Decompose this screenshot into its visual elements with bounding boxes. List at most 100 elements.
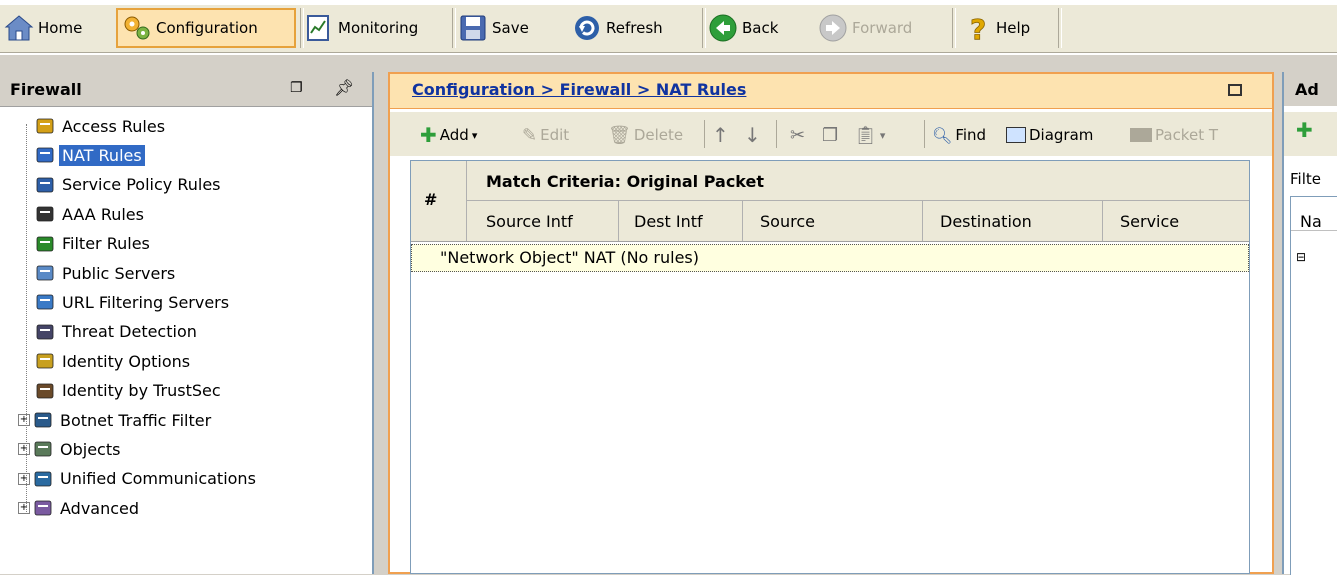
help-label: Help xyxy=(996,19,1031,37)
tree-item-label: Identity Options xyxy=(62,351,191,371)
edit-button[interactable]: ✎ Edit xyxy=(522,122,569,148)
header-divider xyxy=(618,201,619,241)
save-button[interactable]: Save xyxy=(458,8,562,48)
home-button[interactable]: Home xyxy=(4,8,110,48)
dropdown-arrow-icon: ▾ xyxy=(471,128,478,142)
maximize-panel-button[interactable] xyxy=(1228,84,1242,96)
packet-tracer-button[interactable]: Packet T xyxy=(1130,122,1218,148)
find-label: Find xyxy=(955,126,987,144)
tree-item-identity-by-trustsec[interactable]: Identity by TrustSec xyxy=(34,377,224,405)
group-row-label: "Network Object" NAT (No rules) xyxy=(440,248,700,267)
tree-item-label: Threat Detection xyxy=(62,322,197,342)
tree-item-label: Service Policy Rules xyxy=(62,175,221,195)
up-arrow-icon: ↑ xyxy=(712,123,729,147)
rule-number-header[interactable]: # xyxy=(424,190,437,209)
tree-item-objects[interactable]: + Objects xyxy=(18,435,123,463)
nat-rules-icon xyxy=(34,144,56,166)
move-down-button[interactable]: ↓ xyxy=(744,122,761,148)
home-label: Home xyxy=(38,19,83,37)
tree-item-unified-communications[interactable]: + Unified Communications xyxy=(18,465,259,493)
tree-item-advanced[interactable]: + Advanced xyxy=(18,494,142,522)
tree-item-label: Identity by TrustSec xyxy=(62,381,221,401)
search-icon: 🔍︎ xyxy=(932,125,953,145)
tree-item-nat-rules[interactable]: NAT Rules xyxy=(34,141,145,169)
diagram-label: Diagram xyxy=(1029,126,1094,144)
find-button[interactable]: 🔍︎ Find xyxy=(932,122,986,148)
refresh-label: Refresh xyxy=(606,19,663,37)
tree-item-label: AAA Rules xyxy=(62,204,144,224)
tree-item-access-rules[interactable]: Access Rules xyxy=(34,112,168,140)
dropdown-arrow-icon: ▾ xyxy=(879,128,886,142)
tree-item-threat-detection[interactable]: Threat Detection xyxy=(34,318,200,346)
monitoring-label: Monitoring xyxy=(338,19,419,37)
expand-icon[interactable]: + xyxy=(18,414,30,426)
column-header-source-intf[interactable]: Source Intf xyxy=(486,212,573,231)
expand-icon[interactable]: + xyxy=(18,472,30,485)
scissors-icon: ✂ xyxy=(790,124,806,146)
toolbar-bottom-edge xyxy=(0,52,1337,55)
tree-item-url-filtering-servers[interactable]: URL Filtering Servers xyxy=(34,288,232,316)
column-header-dest-intf[interactable]: Dest Intf xyxy=(634,212,703,231)
tree-item-label: Advanced xyxy=(60,498,140,518)
advanced-icon xyxy=(32,497,54,519)
uc-icon xyxy=(32,468,54,490)
magnifier-icon xyxy=(34,174,56,196)
objects-icon xyxy=(32,438,54,460)
refresh-button[interactable]: Refresh xyxy=(572,8,690,48)
header-divider xyxy=(1102,201,1103,241)
toolbar-separator xyxy=(776,120,777,148)
pin-panel-icon[interactable]: 📌︎ xyxy=(334,78,354,97)
tree-item-filter-rules[interactable]: Filter Rules xyxy=(34,230,153,258)
move-up-button[interactable]: ↑ xyxy=(712,122,729,148)
tree-item-label: Objects xyxy=(60,439,121,459)
column-header-destination[interactable]: Destination xyxy=(940,212,1032,231)
tree-item-public-servers[interactable]: Public Servers xyxy=(34,259,178,287)
collapse-icon[interactable]: ⊟ xyxy=(1296,250,1306,264)
add-address-button[interactable]: ✚ xyxy=(1296,118,1313,142)
toolbar-separator xyxy=(452,8,456,48)
delete-button[interactable]: 🗑︎ Delete xyxy=(608,122,683,148)
expand-icon[interactable]: + xyxy=(18,502,30,515)
column-header-service[interactable]: Service xyxy=(1120,212,1179,231)
plus-icon: ✚ xyxy=(420,123,437,147)
copy-button[interactable]: ❐ xyxy=(822,122,838,148)
packet-tracer-label: Packet T xyxy=(1155,126,1219,144)
toolbar-separator xyxy=(704,120,705,148)
paste-button[interactable]: 📋︎ ▾ xyxy=(854,122,885,148)
threat-icon xyxy=(34,321,56,343)
configuration-label: Configuration xyxy=(156,19,258,37)
tree-item-aaa-rules[interactable]: AAA Rules xyxy=(34,200,147,228)
save-label: Save xyxy=(492,19,529,37)
monitoring-button[interactable]: Monitoring xyxy=(304,8,448,48)
tree-item-label: URL Filtering Servers xyxy=(62,292,230,312)
trustsec-icon xyxy=(34,380,56,402)
tree-item-label: Filter Rules xyxy=(62,234,150,254)
forward-button[interactable]: Forward xyxy=(818,8,946,48)
tree-item-service-policy-rules[interactable]: Service Policy Rules xyxy=(34,171,224,199)
configuration-button[interactable]: Configuration xyxy=(116,8,296,48)
tree-item-label: Access Rules xyxy=(62,116,166,136)
help-button[interactable]: ? Help xyxy=(962,8,1054,48)
add-button[interactable]: ✚ Add ▾ xyxy=(420,122,477,148)
match-criteria-header: Match Criteria: Original Packet xyxy=(486,172,765,191)
cut-button[interactable]: ✂ xyxy=(790,122,805,148)
back-label: Back xyxy=(742,19,779,37)
float-panel-icon[interactable]: ❐ xyxy=(290,80,303,96)
question-mark-icon: ? xyxy=(962,13,992,47)
column-header-source[interactable]: Source xyxy=(760,212,815,231)
delete-label: Delete xyxy=(633,126,684,144)
diagram-button[interactable]: Diagram xyxy=(1006,122,1093,148)
back-button[interactable]: Back xyxy=(708,8,812,48)
name-column-header[interactable]: Na xyxy=(1300,212,1322,231)
edit-icon: ✎ xyxy=(522,124,538,146)
navigation-panel-title: Firewall xyxy=(10,80,82,99)
botnet-icon xyxy=(32,409,54,431)
clipboard-icon: 📋︎ xyxy=(854,124,877,146)
tree-item-label: Botnet Traffic Filter xyxy=(60,410,212,430)
breadcrumb[interactable]: Configuration > Firewall > NAT Rules xyxy=(412,80,746,99)
svg-text:?: ? xyxy=(970,13,986,43)
expand-icon[interactable]: + xyxy=(18,443,30,456)
tree-item-identity-options[interactable]: Identity Options xyxy=(34,347,193,375)
tree-item-botnet-traffic-filter[interactable]: + Botnet Traffic Filter xyxy=(18,406,214,434)
monitoring-icon xyxy=(304,13,334,43)
